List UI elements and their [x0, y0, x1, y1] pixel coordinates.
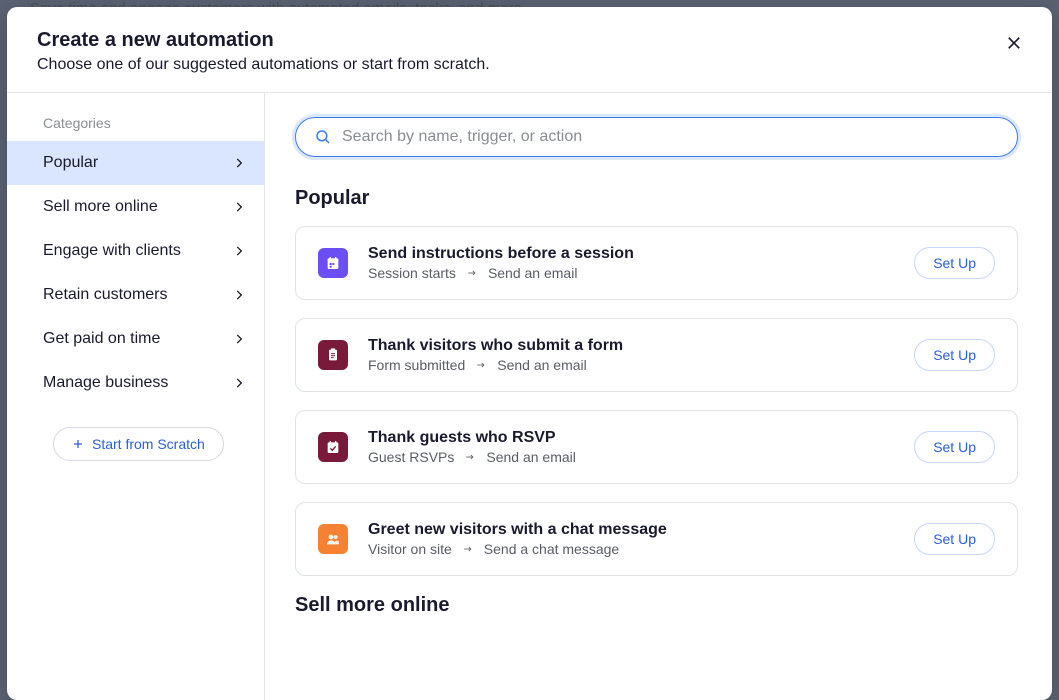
- arrow-right-icon: [466, 268, 478, 278]
- chevron-right-icon: [232, 332, 246, 346]
- calendar-icon: [318, 248, 348, 278]
- setup-button[interactable]: Set Up: [914, 431, 995, 463]
- automation-card[interactable]: Send instructions before a session Sessio…: [295, 226, 1018, 300]
- card-trigger: Guest RSVPs: [368, 449, 454, 465]
- automation-card[interactable]: Thank visitors who submit a form Form sub…: [295, 318, 1018, 392]
- automation-card[interactable]: Greet new visitors with a chat message Vi…: [295, 502, 1018, 576]
- arrow-right-icon: [462, 544, 474, 554]
- card-subtitle: Visitor on site Send a chat message: [368, 541, 894, 557]
- main-content: Popular Send instructions before a sessio…: [265, 93, 1052, 700]
- card-subtitle: Form submitted Send an email: [368, 357, 894, 373]
- chevron-right-icon: [232, 288, 246, 302]
- start-from-scratch-label: Start from Scratch: [92, 436, 205, 452]
- automation-card[interactable]: Thank guests who RSVP Guest RSVPs Send an …: [295, 410, 1018, 484]
- create-automation-modal: Create a new automation Choose one of ou…: [7, 7, 1052, 700]
- card-action: Send an email: [488, 265, 578, 281]
- close-button[interactable]: [1000, 29, 1028, 57]
- card-title: Greet new visitors with a chat message: [368, 521, 894, 539]
- setup-button[interactable]: Set Up: [914, 339, 995, 371]
- sidebar-item-label: Get paid on time: [43, 330, 160, 348]
- sidebar-item-label: Popular: [43, 154, 98, 172]
- calendar-check-icon: [318, 432, 348, 462]
- section-title: Popular: [295, 187, 1018, 210]
- setup-button[interactable]: Set Up: [914, 523, 995, 555]
- card-action: Send an email: [497, 357, 587, 373]
- card-content: Greet new visitors with a chat message Vi…: [368, 521, 894, 557]
- sidebar-header: Categories: [7, 115, 264, 141]
- chevron-right-icon: [232, 244, 246, 258]
- clipboard-icon: [318, 340, 348, 370]
- card-subtitle: Guest RSVPs Send an email: [368, 449, 894, 465]
- people-icon: [318, 524, 348, 554]
- sidebar-item-engage-with-clients[interactable]: Engage with clients: [7, 229, 264, 273]
- sidebar-item-label: Manage business: [43, 374, 168, 392]
- setup-button[interactable]: Set Up: [914, 247, 995, 279]
- arrow-right-icon: [475, 360, 487, 370]
- card-action: Send an email: [486, 449, 576, 465]
- card-title: Thank visitors who submit a form: [368, 337, 894, 355]
- card-content: Thank guests who RSVP Guest RSVPs Send an …: [368, 429, 894, 465]
- plus-icon: [72, 438, 84, 450]
- close-icon: [1005, 34, 1023, 52]
- sidebar-item-sell-more-online[interactable]: Sell more online: [7, 185, 264, 229]
- card-content: Send instructions before a session Sessio…: [368, 245, 894, 281]
- search-input[interactable]: [342, 128, 999, 146]
- modal-subtitle: Choose one of our suggested automations …: [37, 56, 1022, 74]
- card-trigger: Form submitted: [368, 357, 465, 373]
- sidebar: Categories Popular Sell more online Engage…: [7, 93, 265, 700]
- sidebar-item-label: Engage with clients: [43, 242, 181, 260]
- card-subtitle: Session starts Send an email: [368, 265, 894, 281]
- search-field[interactable]: [295, 117, 1018, 157]
- modal-header: Create a new automation Choose one of ou…: [7, 7, 1052, 92]
- sidebar-item-popular[interactable]: Popular: [7, 141, 264, 185]
- card-trigger: Visitor on site: [368, 541, 452, 557]
- card-title: Thank guests who RSVP: [368, 429, 894, 447]
- sidebar-item-label: Sell more online: [43, 198, 158, 216]
- modal-title: Create a new automation: [37, 29, 1022, 52]
- chevron-right-icon: [232, 156, 246, 170]
- arrow-right-icon: [464, 452, 476, 462]
- start-from-scratch-button[interactable]: Start from Scratch: [53, 427, 224, 461]
- chevron-right-icon: [232, 200, 246, 214]
- sidebar-item-manage-business[interactable]: Manage business: [7, 361, 264, 405]
- card-title: Send instructions before a session: [368, 245, 894, 263]
- card-trigger: Session starts: [368, 265, 456, 281]
- search-icon: [314, 128, 332, 146]
- modal-body: Categories Popular Sell more online Engage…: [7, 92, 1052, 700]
- sidebar-item-retain-customers[interactable]: Retain customers: [7, 273, 264, 317]
- chevron-right-icon: [232, 376, 246, 390]
- section-title: Sell more online: [295, 594, 1018, 617]
- card-action: Send a chat message: [484, 541, 619, 557]
- sidebar-item-get-paid-on-time[interactable]: Get paid on time: [7, 317, 264, 361]
- sidebar-item-label: Retain customers: [43, 286, 168, 304]
- card-content: Thank visitors who submit a form Form sub…: [368, 337, 894, 373]
